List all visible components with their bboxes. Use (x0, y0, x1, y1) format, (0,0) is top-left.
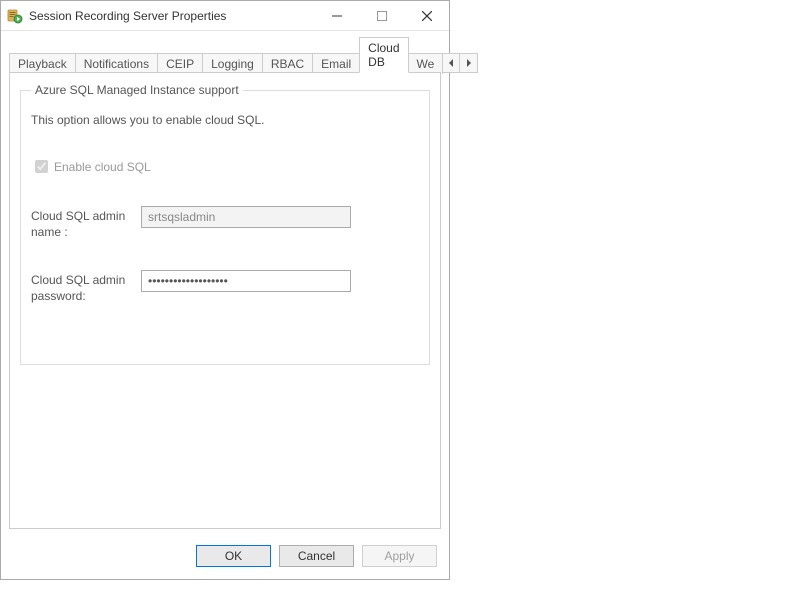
group-legend: Azure SQL Managed Instance support (31, 83, 243, 97)
tab-overflow[interactable]: We (408, 53, 444, 74)
close-button[interactable] (404, 1, 449, 30)
tab-ceip[interactable]: CEIP (157, 53, 203, 74)
apply-button[interactable]: Apply (362, 545, 437, 567)
tab-email[interactable]: Email (312, 53, 360, 74)
admin-name-input[interactable] (141, 206, 351, 228)
admin-password-label: Cloud SQL admin password: (31, 270, 141, 304)
close-icon (422, 11, 432, 21)
enable-cloud-sql-checkbox[interactable] (35, 160, 48, 173)
group-description: This option allows you to enable cloud S… (31, 113, 419, 127)
tab-logging[interactable]: Logging (202, 53, 263, 74)
tab-playback[interactable]: Playback (9, 53, 76, 74)
dialog-window: Session Recording Server Properties Play… (0, 0, 450, 580)
tab-cloud-db[interactable]: Cloud DB (359, 37, 408, 73)
chevron-left-icon (448, 59, 454, 67)
tab-rbac[interactable]: RBAC (262, 53, 313, 74)
tab-notifications[interactable]: Notifications (75, 53, 158, 74)
maximize-button[interactable] (359, 1, 404, 30)
tab-scroll (442, 53, 478, 73)
admin-password-input[interactable] (141, 270, 351, 292)
button-row: OK Cancel Apply (1, 537, 449, 579)
cancel-button[interactable]: Cancel (279, 545, 354, 567)
azure-sql-group: Azure SQL Managed Instance support This … (20, 83, 430, 365)
minimize-button[interactable] (314, 1, 359, 30)
chevron-right-icon (466, 59, 472, 67)
titlebar-controls (314, 1, 449, 30)
ok-button[interactable]: OK (196, 545, 271, 567)
tab-scroll-right[interactable] (460, 53, 478, 73)
admin-name-row: Cloud SQL admin name : (31, 206, 419, 240)
tab-strip: Playback Notifications CEIP Logging RBAC… (1, 31, 449, 73)
enable-cloud-sql-label: Enable cloud SQL (54, 160, 151, 174)
admin-password-row: Cloud SQL admin password: (31, 270, 419, 304)
window-title: Session Recording Server Properties (29, 9, 314, 23)
titlebar: Session Recording Server Properties (1, 1, 449, 31)
enable-cloud-sql-row: Enable cloud SQL (31, 157, 419, 176)
tab-content-cloud-db: Azure SQL Managed Instance support This … (9, 72, 441, 529)
maximize-icon (377, 11, 387, 21)
minimize-icon (332, 11, 342, 21)
app-icon (7, 8, 23, 24)
tab-scroll-left[interactable] (442, 53, 460, 73)
admin-name-label: Cloud SQL admin name : (31, 206, 141, 240)
